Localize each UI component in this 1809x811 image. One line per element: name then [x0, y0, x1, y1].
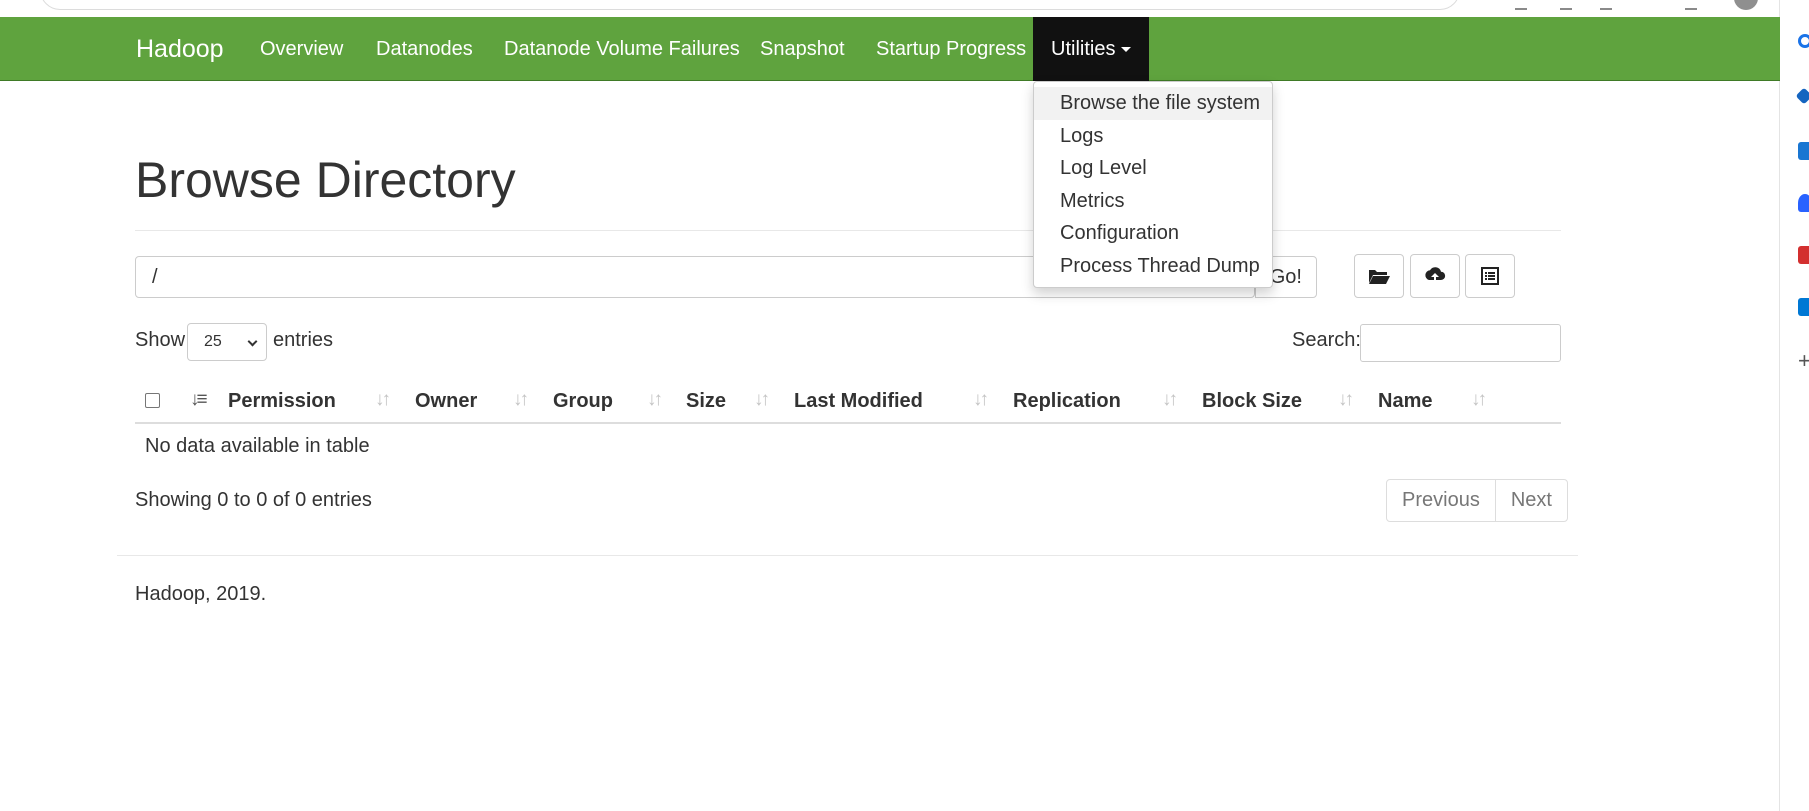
navbar-brand[interactable]: Hadoop — [136, 17, 224, 81]
navbar: Hadoop Overview Datanodes Datanode Volum… — [0, 17, 1780, 81]
diamond-icon[interactable] — [1795, 87, 1809, 105]
sort-icon[interactable]: ↓↑ — [513, 380, 529, 422]
sort-icon[interactable]: ↓↑ — [1162, 380, 1178, 422]
utilities-dropdown: Browse the file system Logs Log Level Me… — [1033, 81, 1273, 288]
sort-icon[interactable]: ↓↑ — [375, 380, 391, 422]
table-header: ↓≡ Permission ↓↑ Owner ↓↑ Group ↓↑ Size … — [135, 380, 1561, 424]
nav-startup-progress[interactable]: Startup Progress — [876, 17, 1026, 81]
briefcase-icon[interactable] — [1798, 142, 1809, 160]
menu-metrics[interactable]: Metrics — [1034, 185, 1272, 218]
sort-icon[interactable]: ↓↑ — [973, 380, 989, 422]
search-label: Search: — [1292, 329, 1361, 351]
search-icon[interactable] — [1798, 34, 1809, 48]
minimize-icon[interactable] — [1685, 0, 1697, 10]
page-length-select[interactable]: 25 — [187, 323, 267, 361]
nav-datanodes[interactable]: Datanodes — [376, 17, 473, 81]
menu-browse-file-system[interactable]: Browse the file system — [1034, 87, 1272, 120]
footer-text: Hadoop, 2019. — [135, 583, 267, 605]
caret-down-icon — [1121, 47, 1132, 53]
column-name[interactable]: Name — [1378, 380, 1432, 422]
extension-icon[interactable] — [1515, 0, 1527, 10]
menu-configuration[interactable]: Configuration — [1034, 217, 1272, 250]
browser-toolbar — [0, 0, 1780, 17]
upload-cloud-icon — [1425, 267, 1446, 284]
column-permission[interactable]: Permission — [228, 380, 336, 422]
list-icon — [1481, 267, 1499, 285]
column-owner[interactable]: Owner — [415, 380, 477, 422]
table-empty-message: No data available in table — [145, 435, 370, 457]
entries-label: entries — [273, 329, 334, 351]
previous-button[interactable]: Previous — [1387, 480, 1495, 521]
sort-icon[interactable]: ↓↑ — [647, 380, 663, 422]
nav-utilities-label: Utilities — [1051, 38, 1116, 60]
nav-overview[interactable]: Overview — [260, 17, 343, 81]
sort-icon[interactable]: ↓↑ — [1338, 380, 1354, 422]
office-icon[interactable] — [1798, 246, 1809, 264]
create-directory-button[interactable] — [1354, 254, 1404, 298]
search-input[interactable] — [1360, 324, 1561, 362]
toggle-columns-button[interactable] — [1465, 254, 1515, 298]
divider — [135, 230, 1561, 231]
column-group[interactable]: Group — [553, 380, 613, 422]
column-size[interactable]: Size — [686, 380, 726, 422]
menu-logs[interactable]: Logs — [1034, 120, 1272, 153]
show-label: Show — [135, 329, 186, 351]
people-icon[interactable] — [1798, 194, 1809, 212]
select-all-checkbox[interactable] — [145, 393, 160, 408]
column-last-modified[interactable]: Last Modified — [794, 380, 923, 422]
folder-open-icon — [1369, 270, 1390, 284]
nav-datanode-volume-failures[interactable]: Datanode Volume Failures — [504, 17, 740, 81]
next-button[interactable]: Next — [1494, 480, 1567, 521]
sort-icon[interactable]: ↓↑ — [754, 380, 770, 422]
sort-asc-icon[interactable]: ↓≡ — [190, 380, 208, 422]
menu-process-thread-dump[interactable]: Process Thread Dump — [1034, 250, 1272, 283]
table-info: Showing 0 to 0 of 0 entries — [135, 489, 372, 511]
page-title: Browse Directory — [135, 152, 516, 208]
extension-icon[interactable] — [1600, 0, 1612, 10]
pagination: Previous Next — [1386, 479, 1568, 522]
page-length-value: 25 — [204, 333, 222, 350]
menu-log-level[interactable]: Log Level — [1034, 152, 1272, 185]
footer-divider — [117, 555, 1578, 556]
browser-side-panel: + — [1779, 0, 1809, 811]
extension-icon[interactable] — [1560, 0, 1572, 10]
profile-avatar[interactable] — [1734, 0, 1758, 10]
upload-button[interactable] — [1410, 254, 1460, 298]
plus-icon[interactable]: + — [1798, 350, 1809, 372]
column-replication[interactable]: Replication — [1013, 380, 1121, 422]
sort-icon[interactable]: ↓↑ — [1471, 380, 1487, 422]
column-block-size[interactable]: Block Size — [1202, 380, 1302, 422]
nav-snapshot[interactable]: Snapshot — [760, 17, 845, 81]
chevron-down-icon — [247, 336, 258, 347]
nav-utilities[interactable]: Utilities — [1033, 17, 1150, 81]
address-bar[interactable] — [40, 0, 1460, 10]
outlook-icon[interactable] — [1798, 298, 1809, 316]
